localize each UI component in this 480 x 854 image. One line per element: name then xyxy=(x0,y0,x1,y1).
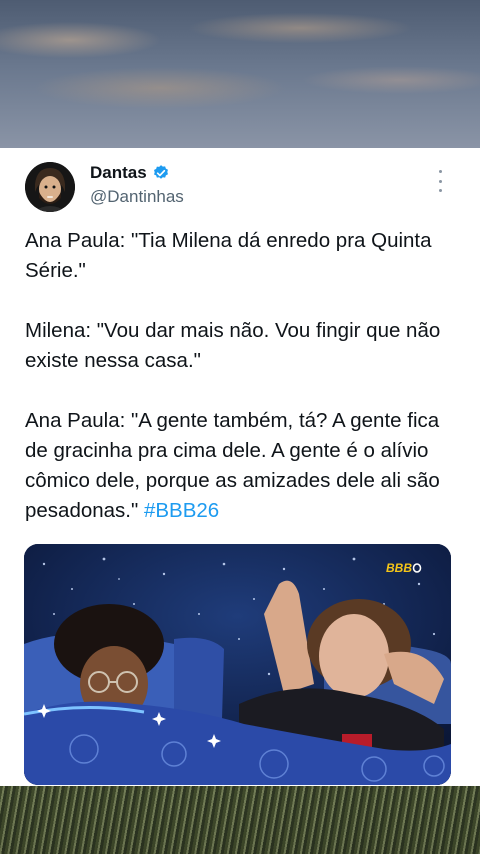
background-sky xyxy=(0,0,480,148)
tweet-paragraph-3: Ana Paula: "A gente também, tá? A gente … xyxy=(25,406,465,526)
avatar[interactable] xyxy=(25,162,75,212)
tweet-text: Ana Paula: "Tia Milena dá enredo pra Qui… xyxy=(25,226,465,526)
tweet-paragraph-3-text: Ana Paula: "A gente também, tá? A gente … xyxy=(25,409,440,522)
more-options-icon[interactable] xyxy=(432,170,448,192)
tweet-media-image[interactable]: BBB xyxy=(24,544,451,785)
tweet-paragraph-2: Milena: "Vou dar mais não. Vou fingir qu… xyxy=(25,319,441,372)
tweet-card[interactable]: Dantas @Dantinhas Ana Paula: "Tia Milena… xyxy=(0,148,480,786)
hashtag-link[interactable]: #BBB26 xyxy=(144,499,219,522)
handle[interactable]: @Dantinhas xyxy=(90,187,184,207)
verified-badge-icon xyxy=(153,165,168,179)
display-name[interactable]: Dantas xyxy=(90,163,170,183)
media-watermark: BBB xyxy=(386,561,412,575)
display-name-text[interactable]: Dantas xyxy=(90,163,147,183)
tweet-paragraph-1: Ana Paula: "Tia Milena dá enredo pra Qui… xyxy=(25,229,432,282)
background-grass xyxy=(0,786,480,854)
